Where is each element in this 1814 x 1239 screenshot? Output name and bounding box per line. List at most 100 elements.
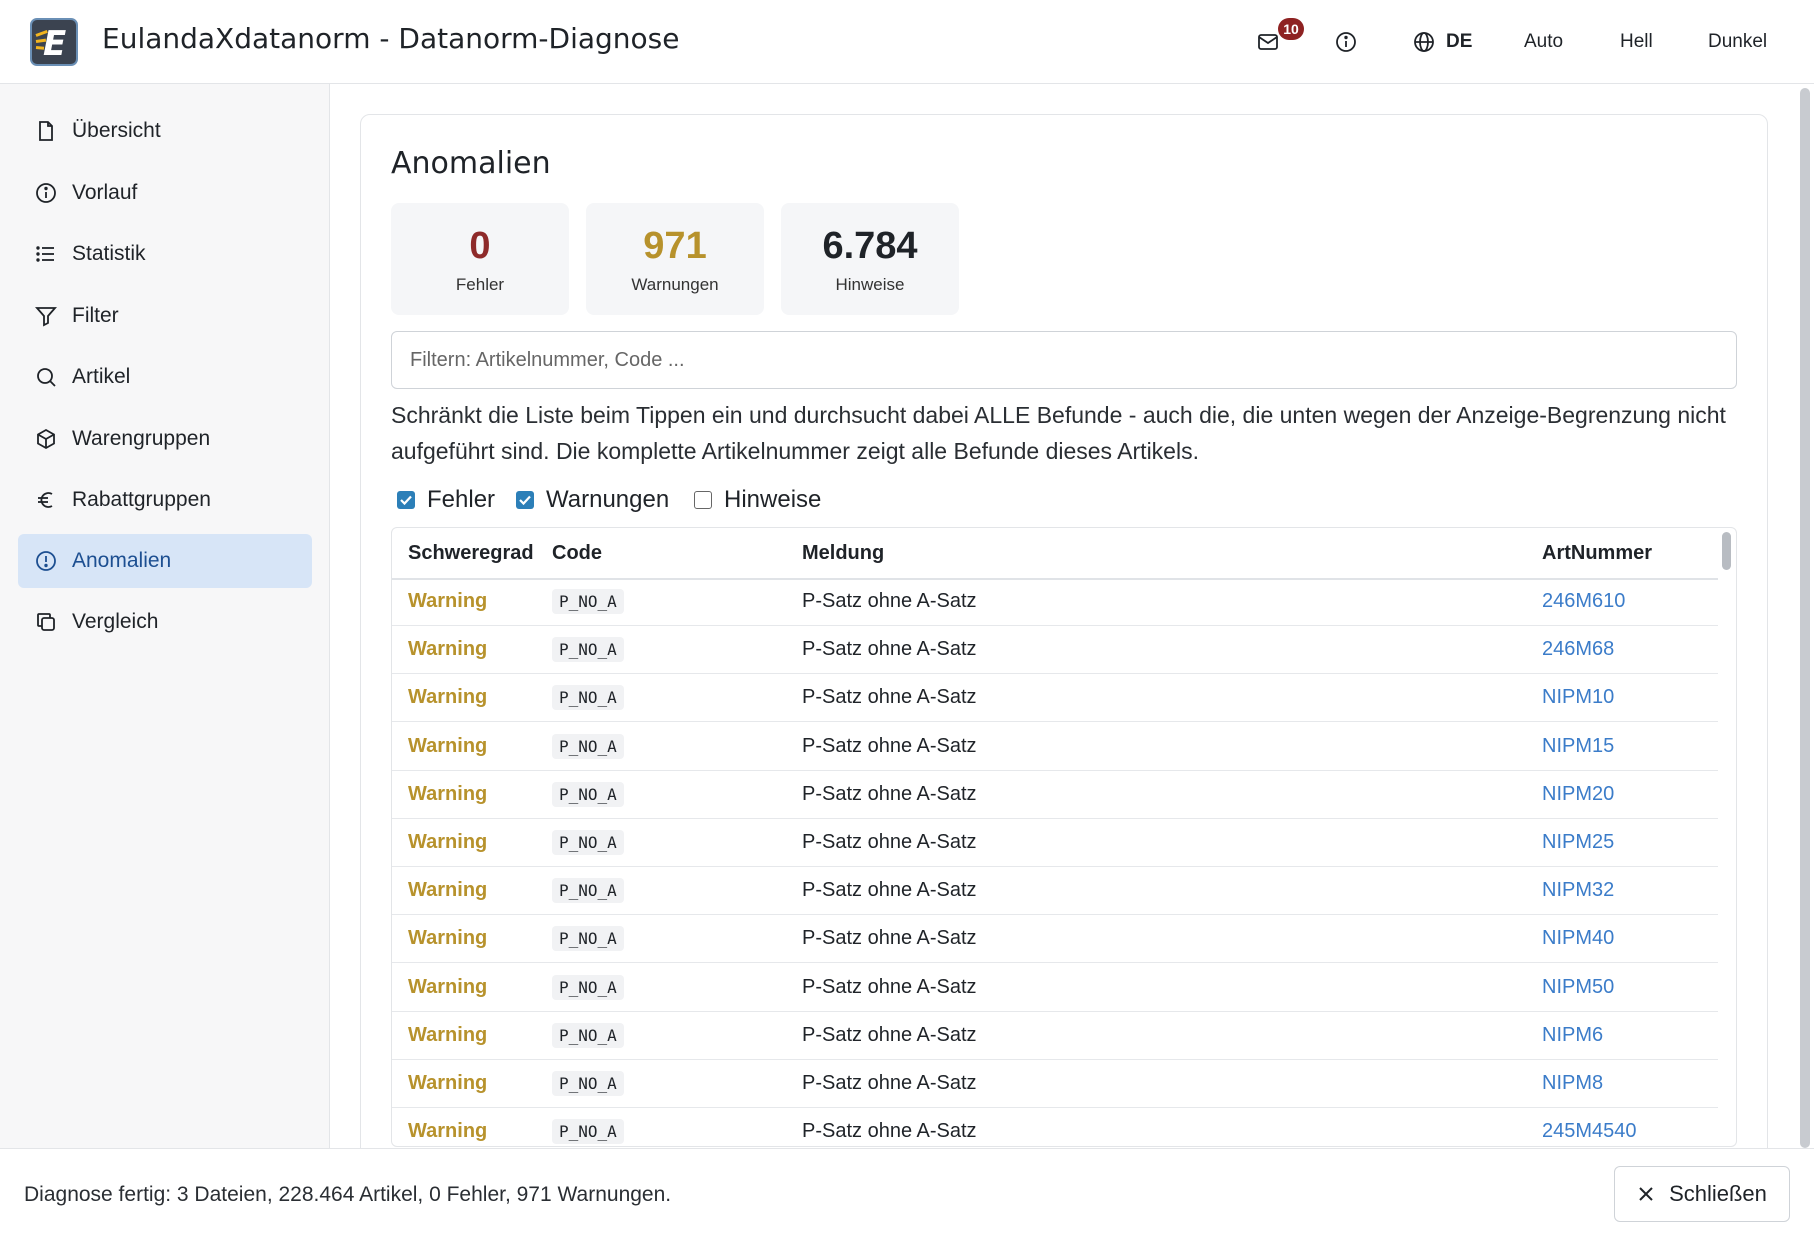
artnummer-link[interactable]: NIPM8 xyxy=(1542,1072,1603,1095)
stat-warnings: 971 Warnungen xyxy=(586,203,764,315)
column-header-artnummer[interactable]: ArtNummer xyxy=(1542,542,1652,565)
status-bar: Diagnose fertig: 3 Dateien, 228.464 Arti… xyxy=(0,1148,1814,1239)
sidebar-item-label: Anomalien xyxy=(72,549,172,572)
mail-badge: 10 xyxy=(1278,18,1304,40)
sidebar-item-rabattgruppen[interactable]: Rabattgruppen xyxy=(18,473,312,527)
filter-input[interactable] xyxy=(391,331,1737,389)
sidebar-item-label: Statistik xyxy=(72,242,146,265)
artnummer-link[interactable]: NIPM6 xyxy=(1542,1024,1603,1047)
artnummer-link[interactable]: 245M4540 xyxy=(1542,1120,1637,1143)
theme-auto-button[interactable]: Auto xyxy=(1524,22,1563,62)
message-cell: P-Satz ohne A-Satz xyxy=(802,1072,977,1094)
sidebar-item-filter[interactable]: Filter xyxy=(18,289,312,343)
artnummer-link[interactable]: NIPM32 xyxy=(1542,879,1614,902)
table-row[interactable]: Warning P_NO_A P-Satz ohne A-Satz NIPM32 xyxy=(392,867,1718,916)
sidebar-item-vorlauf[interactable]: Vorlauf xyxy=(18,166,312,220)
status-text: Diagnose fertig: 3 Dateien, 228.464 Arti… xyxy=(24,1183,672,1206)
sidebar-item-anomalien[interactable]: Anomalien xyxy=(18,534,312,588)
stat-value: 971 xyxy=(643,225,707,267)
table-row[interactable]: Warning P_NO_A P-Satz ohne A-Satz NIPM8 xyxy=(392,1060,1718,1108)
checkbox-unchecked-icon[interactable] xyxy=(694,491,712,509)
checkbox-label: Warnungen xyxy=(546,486,670,513)
sidebar-item-uebersicht[interactable]: Übersicht xyxy=(18,104,312,158)
sidebar-item-statistik[interactable]: Statistik xyxy=(18,227,312,281)
artnummer-link[interactable]: NIPM25 xyxy=(1542,831,1614,854)
message-cell: P-Satz ohne A-Satz xyxy=(802,1023,977,1046)
stat-value: 0 xyxy=(469,225,491,267)
sidebar-item-label: Rabattgruppen xyxy=(72,488,211,511)
table-row[interactable]: Warning P_NO_A P-Satz ohne A-Satz NIPM10 xyxy=(392,674,1718,723)
code-cell: P_NO_A xyxy=(552,589,624,614)
artnummer-link[interactable]: NIPM10 xyxy=(1542,686,1614,709)
artnummer-link[interactable]: NIPM50 xyxy=(1542,976,1614,999)
artnummer-link[interactable]: NIPM40 xyxy=(1542,927,1614,950)
mail-icon xyxy=(1258,34,1278,50)
artnummer-link[interactable]: 246M610 xyxy=(1542,590,1625,613)
close-icon xyxy=(1639,1187,1653,1201)
euro-icon xyxy=(38,492,53,508)
column-header-severity[interactable]: Schweregrad xyxy=(408,542,534,565)
sidebar-item-warengruppen[interactable]: Warengruppen xyxy=(18,412,312,466)
table-row[interactable]: Warning P_NO_A P-Satz ohne A-Satz NIPM50 xyxy=(392,964,1718,1012)
language-label: DE xyxy=(1446,31,1473,52)
theme-dark-button[interactable]: Dunkel xyxy=(1708,22,1767,62)
table-row[interactable]: Warning P_NO_A P-Satz ohne A-Satz 245M4540 xyxy=(392,1108,1718,1146)
code-cell: P_NO_A xyxy=(552,926,624,952)
mail-button[interactable] xyxy=(1256,22,1280,62)
message-cell: P-Satz ohne A-Satz xyxy=(802,686,977,709)
code-cell: P_NO_A xyxy=(552,1022,624,1048)
info-icon xyxy=(36,183,56,203)
message-cell: P-Satz ohne A-Satz xyxy=(802,734,977,757)
severity-cell: Warning xyxy=(408,1072,488,1094)
anomalies-table: Schweregrad Code Meldung ArtNummer Warni… xyxy=(391,527,1737,1147)
app-logo: E xyxy=(30,18,78,66)
message-cell: P-Satz ohne A-Satz xyxy=(802,638,977,661)
checkbox-warnungen[interactable]: Warnungen xyxy=(516,485,669,515)
filter-icon xyxy=(35,307,57,327)
page-title: Anomalien xyxy=(391,146,551,181)
code-cell: P_NO_A xyxy=(552,878,624,904)
message-cell: P-Satz ohne A-Satz xyxy=(802,879,977,902)
table-scrollbar[interactable] xyxy=(1722,532,1731,570)
table-row[interactable]: Warning P_NO_A P-Satz ohne A-Satz 246M68 xyxy=(392,626,1718,675)
message-cell: P-Satz ohne A-Satz xyxy=(802,975,977,998)
column-header-code[interactable]: Code xyxy=(552,542,602,565)
close-button[interactable]: Schließen xyxy=(1614,1166,1790,1222)
sidebar: Übersicht Vorlauf Statistik Filter Artik… xyxy=(0,84,330,1148)
table-row[interactable]: Warning P_NO_A P-Satz ohne A-Satz NIPM40 xyxy=(392,915,1718,964)
checkbox-hinweise[interactable]: Hinweise xyxy=(694,485,821,515)
checkbox-checked-icon[interactable] xyxy=(397,491,415,509)
theme-light-button[interactable]: Hell xyxy=(1620,22,1653,62)
severity-cell: Warning xyxy=(408,831,488,853)
code-cell: P_NO_A xyxy=(552,685,624,711)
checkbox-fehler[interactable]: Fehler xyxy=(397,485,495,515)
code-cell: P_NO_A xyxy=(552,974,624,1000)
table-row[interactable]: Warning P_NO_A P-Satz ohne A-Satz NIPM20 xyxy=(392,771,1718,819)
sidebar-item-artikel[interactable]: Artikel xyxy=(18,350,312,404)
sidebar-item-vergleich[interactable]: Vergleich xyxy=(18,595,312,649)
message-cell: P-Satz ohne A-Satz xyxy=(802,1120,977,1143)
message-cell: P-Satz ohne A-Satz xyxy=(802,782,977,805)
checkbox-checked-icon[interactable] xyxy=(516,491,534,509)
sidebar-item-label: Artikel xyxy=(72,365,131,388)
artnummer-link[interactable]: 246M68 xyxy=(1542,638,1614,661)
stat-label: Hinweise xyxy=(835,275,905,294)
table-row[interactable]: Warning P_NO_A P-Satz ohne A-Satz NIPM15 xyxy=(392,723,1718,771)
artnummer-link[interactable]: NIPM15 xyxy=(1542,735,1614,758)
table-row[interactable]: Warning P_NO_A P-Satz ohne A-Satz 246M610 xyxy=(392,578,1718,626)
severity-cell: Warning xyxy=(408,590,488,612)
info-button[interactable] xyxy=(1334,22,1358,62)
page-scrollbar[interactable] xyxy=(1800,88,1810,1148)
code-cell: P_NO_A xyxy=(552,1119,624,1145)
column-header-message[interactable]: Meldung xyxy=(802,542,884,565)
file-icon xyxy=(39,121,53,141)
table-row[interactable]: Warning P_NO_A P-Satz ohne A-Satz NIPM6 xyxy=(392,1012,1718,1060)
code-cell: P_NO_A xyxy=(552,733,624,759)
artnummer-link[interactable]: NIPM20 xyxy=(1542,783,1614,806)
language-button[interactable]: DE xyxy=(1412,22,1472,62)
table-row[interactable]: Warning P_NO_A P-Satz ohne A-Satz NIPM25 xyxy=(392,819,1718,867)
app-title: EulandaXdatanorm - Datanorm-Diagnose xyxy=(102,22,680,55)
filter-help-text: Schränkt die Liste beim Tippen ein und d… xyxy=(391,402,1726,464)
sidebar-item-label: Warengruppen xyxy=(72,427,211,450)
stat-hints: 6.784 Hinweise xyxy=(781,203,959,315)
